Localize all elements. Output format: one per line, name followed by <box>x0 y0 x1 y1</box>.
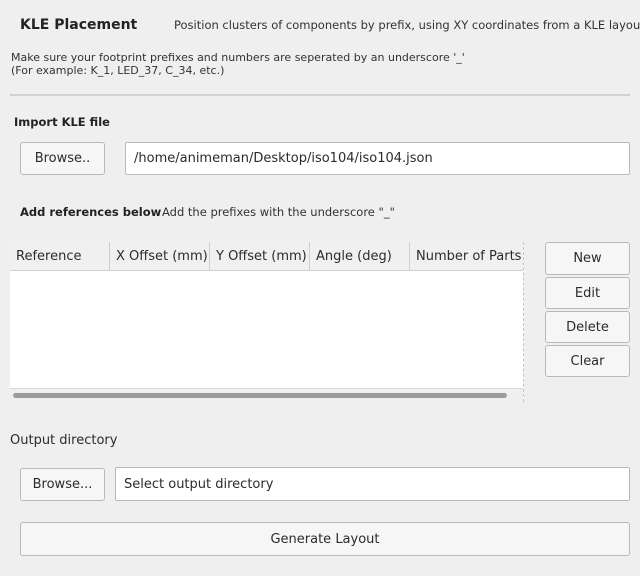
horizontal-scrollbar[interactable] <box>10 389 523 402</box>
column-header-x-offset[interactable]: X Offset (mm) <box>110 242 210 270</box>
prefix-note-line1: Make sure your footprint prefixes and nu… <box>11 51 465 64</box>
column-header-number-of-parts[interactable]: Number of Parts <box>410 242 523 270</box>
dialog-title: KLE Placement <box>20 17 138 33</box>
separator <box>10 94 630 96</box>
horizontal-scrollbar-thumb[interactable] <box>13 393 507 398</box>
output-directory-field[interactable]: Select output directory <box>115 467 630 501</box>
output-directory-label: Output directory <box>10 433 118 448</box>
clear-references-button[interactable]: Clear <box>545 345 630 377</box>
new-reference-button[interactable]: New <box>545 242 630 275</box>
column-header-y-offset[interactable]: Y Offset (mm) <box>210 242 310 270</box>
kle-file-path-field[interactable]: /home/animeman/Desktop/iso104/iso104.jso… <box>125 142 630 175</box>
add-references-label: Add references below <box>20 205 162 219</box>
import-kle-label: Import KLE file <box>14 115 110 129</box>
references-table-header: Reference X Offset (mm) Y Offset (mm) An… <box>10 242 523 271</box>
add-references-hint: Add the prefixes with the underscore "_" <box>162 205 395 219</box>
prefix-note-line2: (For example: K_1, LED_37, C_34, etc.) <box>11 64 225 77</box>
browse-kle-button[interactable]: Browse.. <box>20 142 105 175</box>
references-table-body[interactable] <box>10 271 523 389</box>
dialog-subtitle: Position clusters of components by prefi… <box>174 18 640 32</box>
generate-layout-button[interactable]: Generate Layout <box>20 522 630 556</box>
column-header-angle[interactable]: Angle (deg) <box>310 242 410 270</box>
delete-reference-button[interactable]: Delete <box>545 311 630 343</box>
edit-reference-button[interactable]: Edit <box>545 277 630 309</box>
prefix-note: Make sure your footprint prefixes and nu… <box>11 51 465 77</box>
references-table[interactable]: Reference X Offset (mm) Y Offset (mm) An… <box>10 242 524 402</box>
column-header-reference[interactable]: Reference <box>10 242 110 270</box>
browse-output-button[interactable]: Browse... <box>20 468 105 501</box>
